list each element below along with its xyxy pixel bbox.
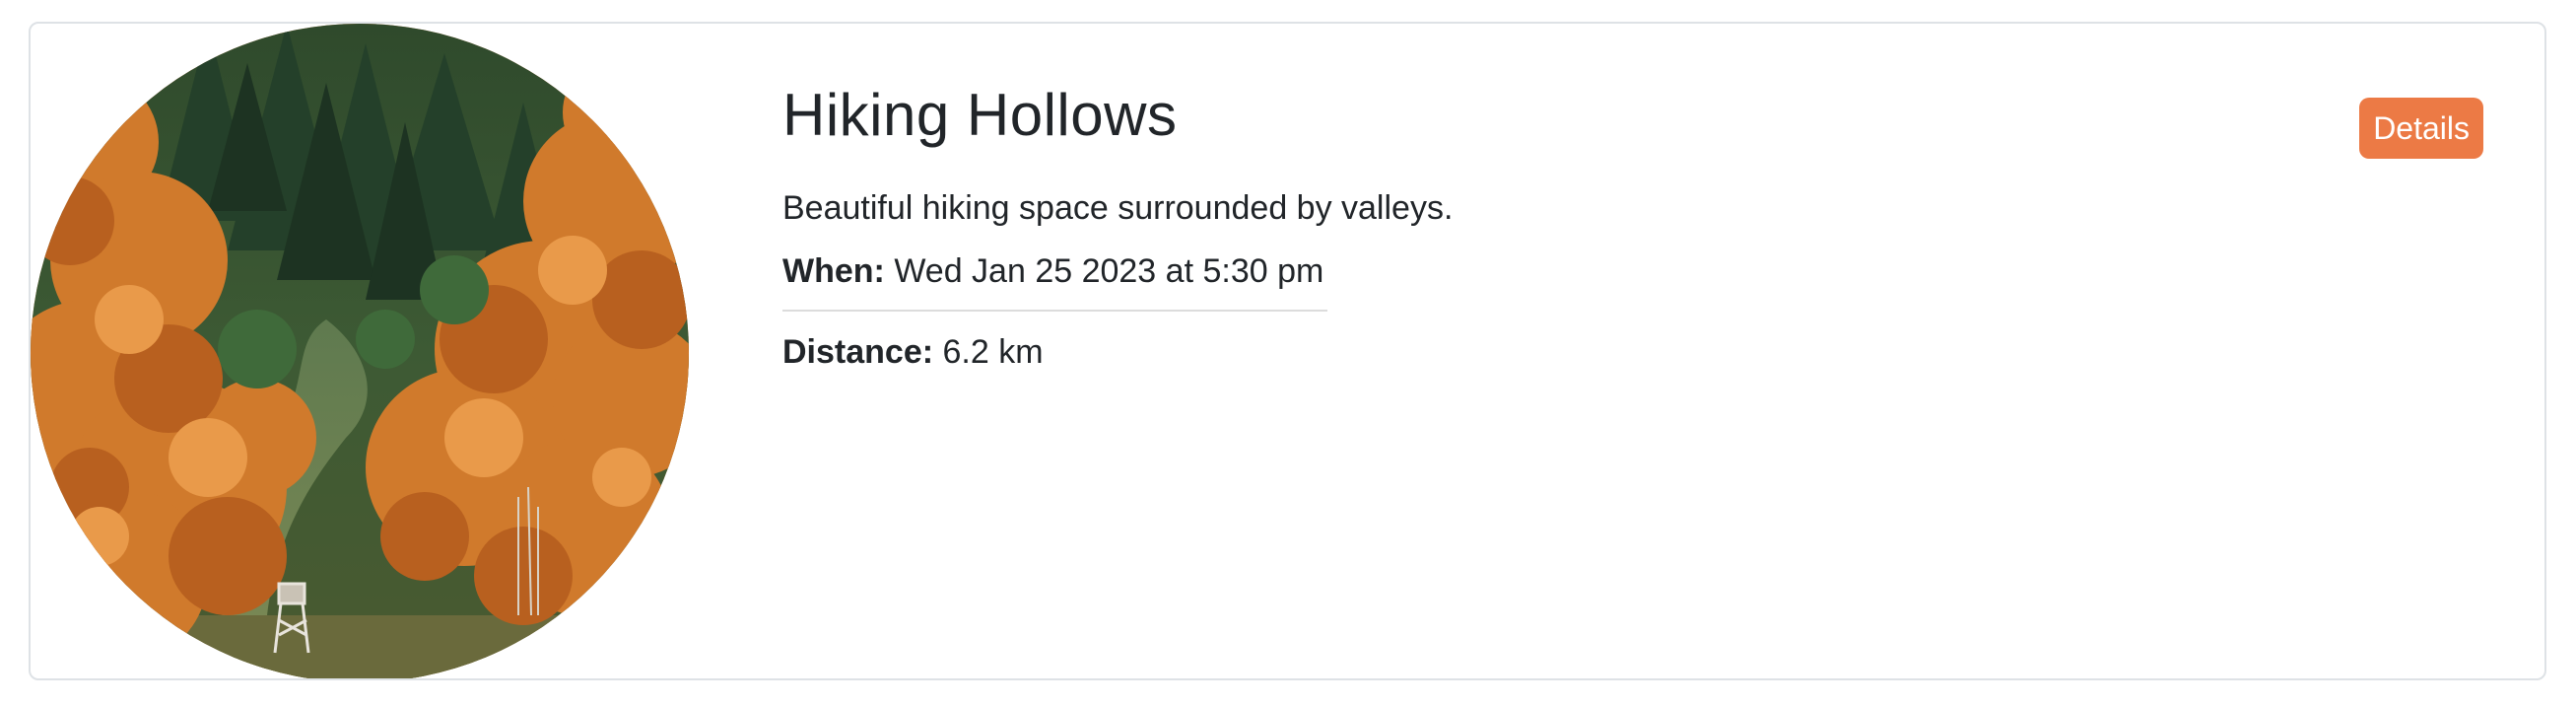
distance-value: 6.2 km [942,333,1044,371]
when-label: When: [782,252,895,290]
event-card: Hiking Hollows Beautiful hiking space su… [29,22,2546,680]
card-body: Hiking Hollows Beautiful hiking space su… [782,24,2458,678]
autumn-forest-photo [31,24,689,678]
distance-label: Distance: [782,333,943,371]
event-title: Hiking Hollows [782,82,1178,148]
event-distance: Distance: 6.2 km [782,333,1044,372]
event-when: When: Wed Jan 25 2023 at 5:30 pm [782,252,1323,291]
event-description: Beautiful hiking space surrounded by val… [782,189,1454,227]
details-button[interactable]: Details [2359,98,2483,159]
when-value: Wed Jan 25 2023 at 5:30 pm [894,252,1324,290]
divider [782,310,1327,312]
event-photo [31,24,689,678]
